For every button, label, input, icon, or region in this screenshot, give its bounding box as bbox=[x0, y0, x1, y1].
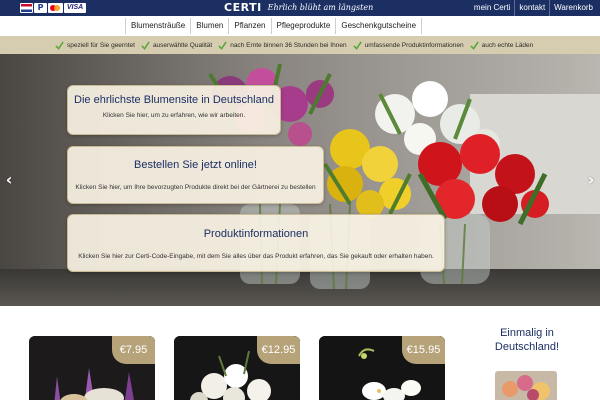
feature-strip: speziell für Sie geerntet auserwählte Qu… bbox=[0, 36, 600, 54]
hero-panel-title: Produktinformationen bbox=[203, 228, 309, 240]
paypal-icon: P bbox=[34, 3, 47, 13]
feature-label: nach Ernte binnen 36 Stunden bei Ihnen bbox=[230, 41, 347, 49]
visa-icon: VISA bbox=[64, 3, 86, 13]
nav-item-flowers[interactable]: Blumen bbox=[190, 18, 228, 34]
logo-tagline: Ehrlich blüht am längsten bbox=[267, 3, 374, 12]
product-card[interactable]: €12.95 bbox=[174, 336, 300, 400]
slider-prev-arrow-icon[interactable]: ‹ bbox=[3, 172, 15, 188]
check-icon bbox=[218, 40, 227, 50]
promo-line: Einmalig in bbox=[500, 327, 554, 339]
hero-panel-order[interactable]: Bestellen Sie jetzt online! Klicken Sie … bbox=[67, 146, 324, 204]
hero-panel-title: Bestellen Sie jetzt online! bbox=[134, 159, 257, 171]
promo-heading: Einmalig in Deutschland! bbox=[468, 326, 586, 354]
my-certi-link[interactable]: mein Certi bbox=[470, 0, 514, 16]
feature-item: speziell für Sie geerntet bbox=[55, 40, 135, 50]
nav-item-gift-vouchers[interactable]: Geschenkgutscheine bbox=[335, 18, 423, 34]
hero-panel-subtitle: Klicken Sie hier, um Ihre bevorzugten Pr… bbox=[75, 184, 316, 191]
cart-link[interactable]: Warenkorb bbox=[549, 0, 597, 16]
check-icon bbox=[352, 40, 362, 50]
price-badge: €15.95 bbox=[402, 336, 445, 364]
check-icon bbox=[55, 40, 64, 50]
nav-item-bouquets[interactable]: Blumensträuße bbox=[125, 18, 190, 34]
hero-panel-product-info[interactable]: Produktinformationen Klicken Sie hier zu… bbox=[67, 214, 445, 272]
check-icon bbox=[141, 40, 150, 50]
price-badge: €7.95 bbox=[112, 336, 155, 364]
promo-image[interactable] bbox=[495, 371, 557, 400]
hero-panel-subtitle: Klicken Sie hier, um zu erfahren, wie wi… bbox=[102, 112, 246, 119]
account-links: mein Certi kontakt Warenkorb bbox=[470, 0, 597, 16]
hero-panel-title: Die ehrlichste Blumensite in Deutschland bbox=[74, 94, 274, 106]
nav-item-care-products[interactable]: Pflegeprodukte bbox=[270, 18, 336, 34]
product-row: €7.95 €12.95 €15.95 Einmalig in Deutschl… bbox=[0, 306, 600, 400]
hero-panel-subtitle: Klicken Sie hier zur Certi-Code-Eingabe,… bbox=[78, 253, 434, 260]
feature-label: speziell für Sie geerntet bbox=[67, 41, 135, 49]
hero-panel-about[interactable]: Die ehrlichste Blumensite in Deutschland… bbox=[67, 85, 281, 135]
promo-line: Deutschland! bbox=[494, 341, 560, 353]
feature-label: auserwählte Qualität bbox=[152, 41, 213, 49]
feature-item: auch echte Läden bbox=[469, 40, 534, 50]
check-icon bbox=[469, 40, 479, 50]
product-card[interactable]: €7.95 bbox=[29, 336, 155, 400]
feature-label: umfassende Produktinformationen bbox=[364, 41, 464, 49]
product-card[interactable]: €15.95 bbox=[319, 336, 445, 400]
feature-item: auserwählte Qualität bbox=[141, 40, 213, 50]
feature-label: auch echte Läden bbox=[481, 41, 534, 49]
uk-flag-icon[interactable] bbox=[20, 3, 33, 13]
hero-slider: ‹ › Die ehrlichste Blumensite in Deutsch… bbox=[0, 54, 600, 306]
feature-item: umfassende Produktinformationen bbox=[352, 40, 464, 50]
contact-link[interactable]: kontakt bbox=[514, 0, 549, 16]
nav-item-plants[interactable]: Pflanzen bbox=[228, 18, 270, 34]
main-nav: Blumensträuße Blumen Pflanzen Pflegeprod… bbox=[0, 16, 600, 36]
slider-next-arrow-icon[interactable]: › bbox=[585, 172, 597, 188]
page: P VISA CERTI Ehrlich blüht am längsten m… bbox=[0, 0, 600, 400]
logo-mark: CERTI bbox=[224, 1, 262, 14]
logo[interactable]: CERTI Ehrlich blüht am längsten bbox=[224, 1, 373, 15]
top-bar: P VISA CERTI Ehrlich blüht am längsten m… bbox=[0, 0, 600, 16]
feature-item: nach Ernte binnen 36 Stunden bei Ihnen bbox=[218, 40, 347, 50]
price-badge: €12.95 bbox=[257, 336, 300, 364]
mastercard-icon bbox=[48, 3, 63, 13]
